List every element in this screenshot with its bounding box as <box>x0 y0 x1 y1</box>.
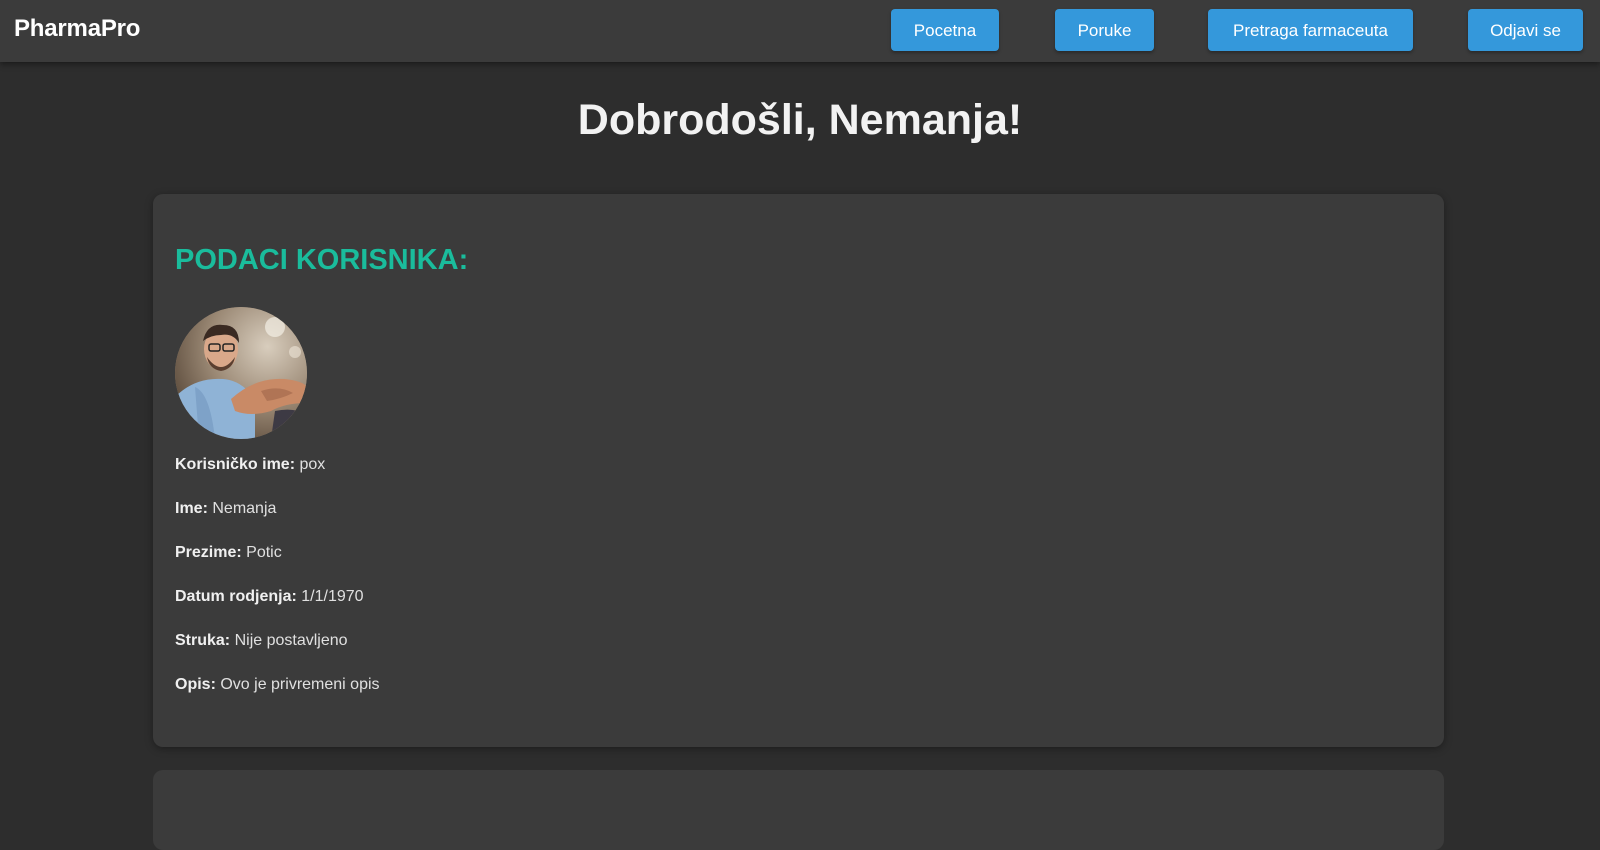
field-label: Ime: <box>175 500 208 517</box>
field-label: Opis: <box>175 676 216 693</box>
field-birth-date: Datum rodjenja: 1/1/1970 <box>175 588 364 606</box>
field-description: Opis: Ovo je privremeni opis <box>175 676 380 694</box>
search-pharmacists-button[interactable]: Pretraga farmaceuta <box>1208 9 1413 51</box>
secondary-card <box>153 770 1444 850</box>
field-value: Nije postavljeno <box>234 632 348 649</box>
field-value: pox <box>299 456 326 473</box>
section-title: PODACI KORISNIKA: <box>175 244 469 276</box>
field-last-name: Prezime: Potic <box>175 544 282 562</box>
field-value: Ovo je privremeni opis <box>220 676 380 693</box>
field-first-name: Ime: Nemanja <box>175 500 276 518</box>
field-label: Prezime: <box>175 544 242 561</box>
field-value: 1/1/1970 <box>301 588 364 605</box>
avatar-photo-icon <box>175 307 307 439</box>
brand-logo[interactable]: PharmaPro <box>14 15 140 43</box>
field-username: Korisničko ime: pox <box>175 456 325 474</box>
page-title: Dobrodošli, Nemanja! <box>577 96 1023 144</box>
field-profession: Struka: Nije postavljeno <box>175 632 348 650</box>
logout-button[interactable]: Odjavi se <box>1468 9 1583 51</box>
field-label: Struka: <box>175 632 231 649</box>
user-profile-card: PODACI KORISNIKA: Korisničko ime: pox Im… <box>153 194 1444 747</box>
field-value: Nemanja <box>212 500 277 517</box>
field-label: Datum rodjenja: <box>175 588 297 605</box>
field-value: Potic <box>246 544 282 561</box>
home-button[interactable]: Pocetna <box>891 9 999 51</box>
messages-button[interactable]: Poruke <box>1055 9 1154 51</box>
user-avatar <box>175 307 307 439</box>
field-label: Korisničko ime: <box>175 456 296 473</box>
top-navbar: PharmaPro Pocetna Poruke Pretraga farmac… <box>0 0 1600 62</box>
